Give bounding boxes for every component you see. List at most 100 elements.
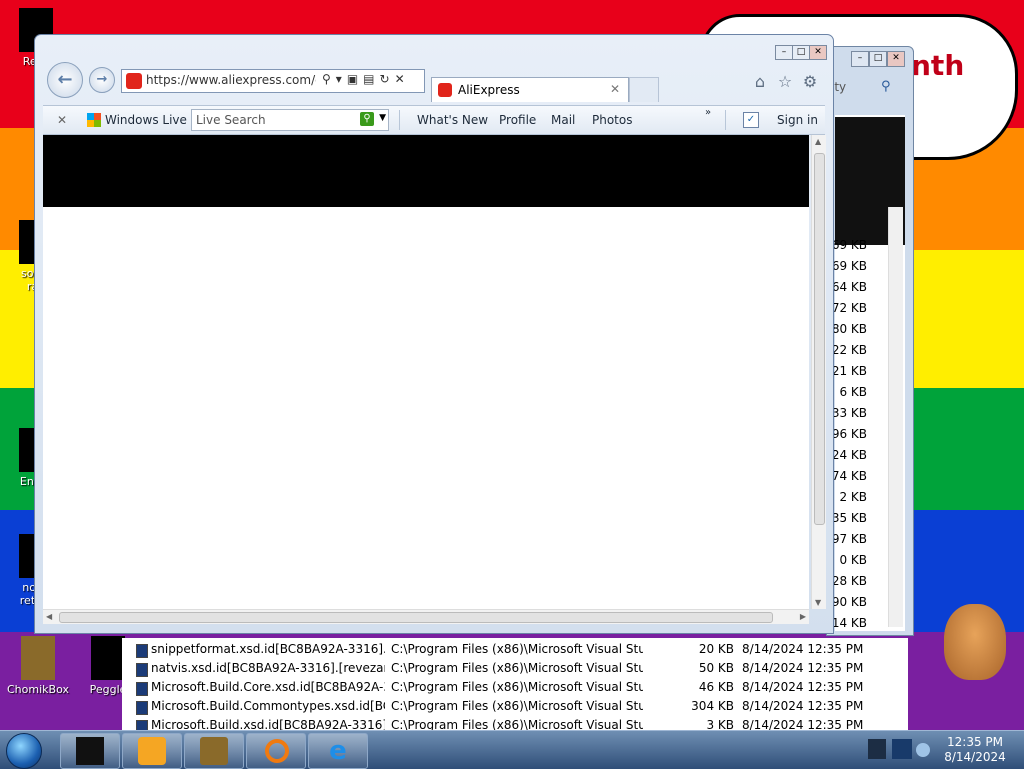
tab-title: AliExpress [458,83,520,97]
file-date: 8/14/2024 12:35 PM [742,718,864,730]
gear-icon[interactable]: ⚙ [801,73,819,91]
size-column: 69 KB 69 KB 64 KB 72 KB 80 KB 22 KB 21 KB 6 KB 3… [831,235,867,634]
windows-live-logo-icon [87,113,101,127]
taskbar: e 12:35 PM 8/14/2024 [0,730,1024,769]
sign-in-link[interactable]: Sign in [777,113,818,127]
file-size-cell: 28 KB [831,574,867,588]
tray-icon[interactable] [916,743,930,757]
profile-link[interactable]: Profile [499,113,536,127]
file-date: 8/14/2024 12:35 PM [742,642,864,656]
vertical-scrollbar[interactable] [888,207,903,627]
desktop-icon-chomikbox[interactable]: ChomikBox [2,636,74,696]
table-row[interactable]: Microsoft.Build.Core.xsd.id[BC8BA92A-33.… [122,678,908,697]
table-row[interactable]: Microsoft.Build.xsd.id[BC8BA92A-3316].[r… [122,716,908,730]
clock-time: 12:35 PM [947,735,1003,749]
scrollbar-thumb[interactable] [59,612,773,623]
photos-link[interactable]: Photos [592,113,632,127]
checkmark-icon[interactable]: ✓ [743,112,759,128]
taskbar-item[interactable] [60,733,120,769]
taskbar-item[interactable] [246,733,306,769]
file-size-cell: 74 KB [831,469,867,483]
live-search-input[interactable]: Live Search ⚲ ▼ [191,109,389,131]
search-go-icon[interactable]: ⚲ [360,112,374,126]
scroll-right-icon[interactable]: ▶ [800,612,806,621]
scroll-left-icon[interactable]: ◀ [46,612,52,621]
file-size: 50 KB [698,661,734,675]
minimize-button[interactable]: – [851,51,869,67]
system-clock[interactable]: 12:35 PM 8/14/2024 [940,735,1010,765]
tray-icon[interactable] [868,739,886,759]
file-size-cell: 33 KB [831,406,867,420]
whats-new-link[interactable]: What's New [417,113,488,127]
home-icon[interactable]: ⌂ [751,73,769,91]
file-size-cell: 64 KB [831,280,867,294]
chevron-down-icon[interactable]: ▼ [379,113,386,123]
page-header-blackout [43,135,809,207]
dark-window-icon [76,737,104,765]
scrollbar-thumb[interactable] [814,153,825,525]
windows-live-link[interactable]: Windows Live [105,113,187,127]
hamster-wallpaper-character [944,604,1006,680]
compatibility-icon[interactable]: ▤ [363,72,379,86]
close-button[interactable]: ✕ [809,45,827,60]
address-url[interactable]: https://www.aliexpress.com/gcp/ [146,73,316,87]
favorites-star-icon[interactable]: ☆ [776,73,794,91]
taskbar-item[interactable]: e [308,733,368,769]
table-row[interactable]: Microsoft.Build.Commontypes.xsd.id[BC8..… [122,697,908,716]
aliexpress-favicon [438,83,452,97]
mail-link[interactable]: Mail [551,113,575,127]
file-size-cell: 96 KB [831,427,867,441]
file-size-cell: 72 KB [831,301,867,315]
stop-icon[interactable]: ✕ [395,72,410,86]
file-size-cell: 90 KB [831,595,867,609]
file-name: Microsoft.Build.xsd.id[BC8BA92A-3316].[r… [151,718,385,730]
minimize-button[interactable]: – [775,45,793,60]
file-size-cell: 35 KB [831,511,867,525]
scroll-up-icon[interactable]: ▲ [815,137,821,146]
horizontal-scrollbar[interactable]: ◀ ▶ [43,609,809,624]
maximize-button[interactable]: □ [792,45,810,60]
tab-aliexpress[interactable]: AliExpress ✕ [431,77,629,102]
table-row[interactable]: snippetformat.xsd.id[BC8BA92A-3316].[re.… [122,640,908,659]
divider [725,110,726,130]
search-icon[interactable]: ⚲ [881,79,891,94]
tray-icon[interactable] [892,739,912,759]
more-chevron[interactable]: » [705,107,711,118]
close-toolbar-icon[interactable]: ✕ [57,113,67,127]
file-list-rows: snippetformat.xsd.id[BC8BA92A-3316].[re.… [122,638,908,730]
refresh-icon[interactable]: ↻ [380,72,395,86]
table-row[interactable]: natvis.xsd.id[BC8BA92A-3316].[revezar@z.… [122,659,908,678]
internet-explorer-icon: e [329,736,347,766]
file-size-cell: 14 KB [831,616,867,630]
file-explorer-window[interactable]: – □ ✕ ity ⚲ 69 KB 69 KB 64 KB 72 KB 80 KB 22 … [826,46,914,636]
system-tray[interactable] [858,735,938,765]
vertical-scrollbar[interactable]: ▲ ▼ [811,135,826,609]
new-tab-button[interactable] [629,77,659,102]
banner-text: nth [911,49,965,82]
divider [399,110,400,130]
file-name: Microsoft.Build.Commontypes.xsd.id[BC8..… [151,699,385,713]
lock-icon[interactable]: ▣ [347,72,363,86]
start-button[interactable] [6,733,42,769]
file-icon [136,644,148,658]
peggle-icon [91,636,125,680]
back-button[interactable]: ← [47,62,83,98]
file-date: 8/14/2024 12:35 PM [742,680,864,694]
dropdown-icon[interactable]: ▾ [336,72,347,86]
page-content[interactable] [43,135,809,609]
forward-button[interactable]: → [89,67,115,93]
scroll-down-icon[interactable]: ▼ [815,598,821,607]
file-path: C:\Program Files (x86)\Microsoft Visual … [391,718,643,730]
address-bar[interactable]: https://www.aliexpress.com/gcp/ ⚲▾▣▤↻✕ [121,69,425,93]
taskbar-item[interactable] [122,733,182,769]
close-button[interactable]: ✕ [887,51,905,67]
file-date: 8/14/2024 12:35 PM [742,699,864,713]
media-player-icon [138,737,166,765]
search-icon[interactable]: ⚲ [322,72,336,86]
internet-explorer-window[interactable]: – □ ✕ ← → https://www.aliexpress.com/gcp… [34,34,834,634]
taskbar-item[interactable] [184,733,244,769]
maximize-button[interactable]: □ [869,51,887,67]
file-size-cell: 6 KB [839,385,867,399]
address-tools[interactable]: ⚲▾▣▤↻✕ [322,72,410,86]
close-tab-icon[interactable]: ✕ [610,82,620,96]
